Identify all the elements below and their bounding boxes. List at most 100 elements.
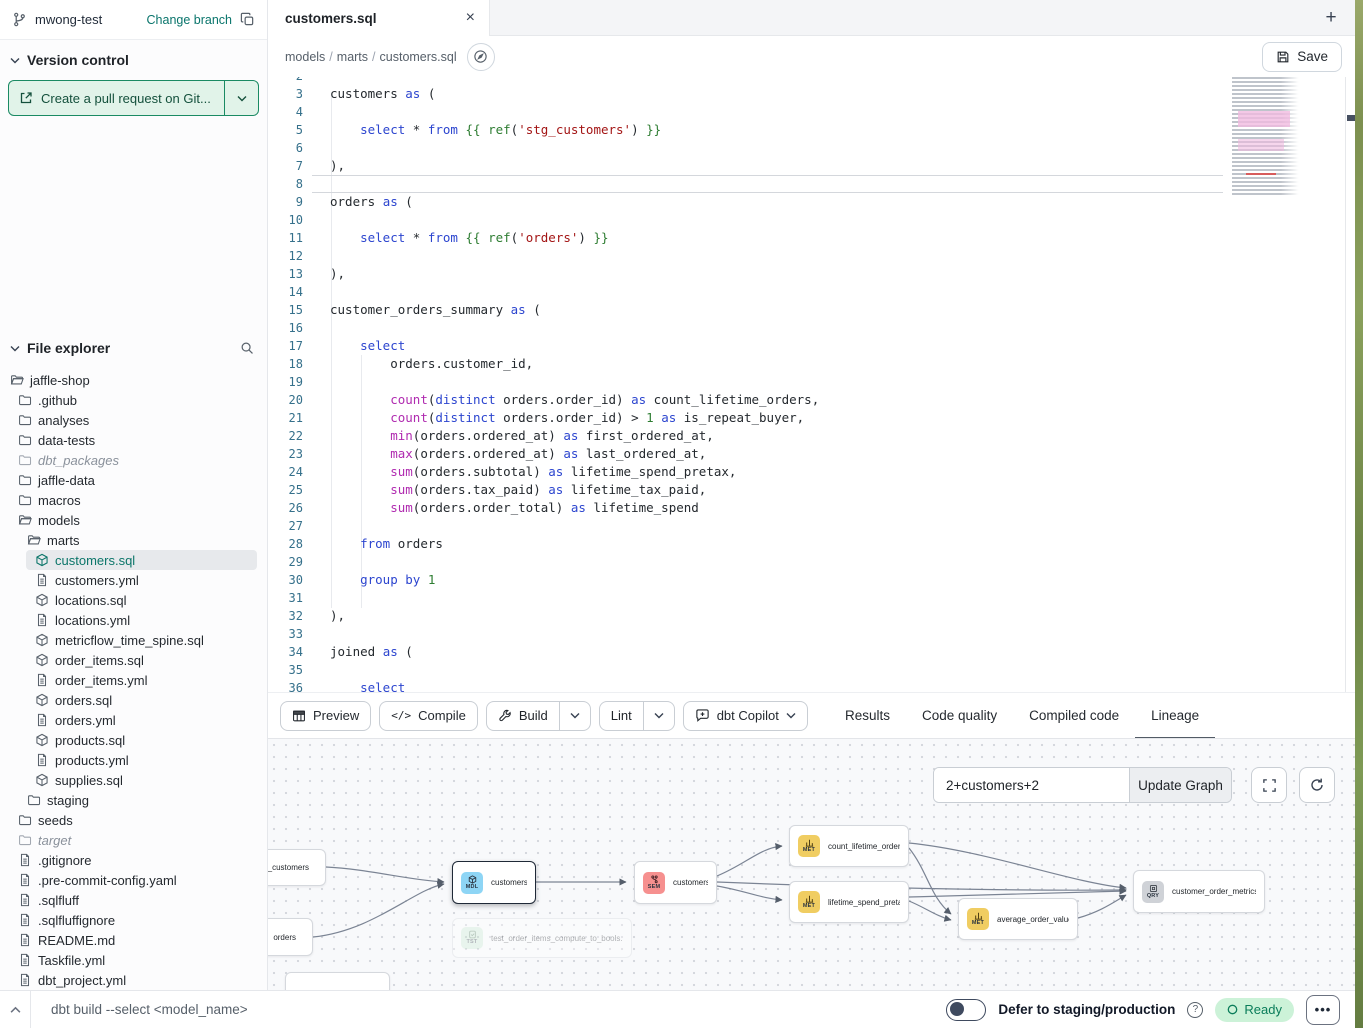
file-tree-item-orders-sql[interactable]: orders.sql	[26, 690, 257, 710]
breadcrumb-models[interactable]: models	[285, 50, 325, 64]
code-line-5[interactable]: 5 select * from {{ ref('stg_customers') …	[268, 121, 1355, 139]
file-tree-item--gitignore[interactable]: .gitignore	[9, 850, 257, 870]
preview-button[interactable]: Preview	[280, 701, 371, 731]
file-tree-item-supplies-sql[interactable]: supplies.sql	[26, 770, 257, 790]
code-line-17[interactable]: 17 select	[268, 337, 1355, 355]
code-line-6[interactable]: 6	[268, 139, 1355, 157]
lineage-node-customers-semantic[interactable]: SEMcustomers	[634, 861, 717, 904]
lineage-node-customers-model[interactable]: MDLcustomers	[452, 861, 536, 904]
file-tree-item--sqlfluff[interactable]: .sqlfluff	[9, 890, 257, 910]
code-line-11[interactable]: 11 select * from {{ ref('orders') }}	[268, 229, 1355, 247]
code-line-27[interactable]: 27	[268, 517, 1355, 535]
fullscreen-button[interactable]	[1251, 767, 1287, 803]
dbt-copilot-button[interactable]: dbt Copilot	[683, 701, 808, 731]
chevron-up-icon[interactable]	[0, 1006, 30, 1014]
tab-customers-sql[interactable]: customers.sql ×	[268, 0, 490, 36]
create-pr-dropdown[interactable]	[224, 81, 258, 115]
code-line-13[interactable]: 13),	[268, 265, 1355, 283]
code-line-24[interactable]: 24 sum(orders.subtotal) as lifetime_spen…	[268, 463, 1355, 481]
file-tree-item-dbt-project-yml[interactable]: dbt_project.yml	[9, 970, 257, 990]
code-line-33[interactable]: 33	[268, 625, 1355, 643]
breadcrumb-file[interactable]: customers.sql	[380, 50, 457, 64]
lint-dropdown[interactable]	[643, 702, 674, 730]
lint-button[interactable]: Lint	[600, 702, 643, 730]
lineage-node-count_lifetime_orders[interactable]: METcount_lifetime_orders	[789, 825, 909, 867]
file-tree-item-analyses[interactable]: analyses	[9, 410, 257, 430]
code-line-31[interactable]: 31	[268, 589, 1355, 607]
code-line-25[interactable]: 25 sum(orders.tax_paid) as lifetime_tax_…	[268, 481, 1355, 499]
file-tree-item-staging[interactable]: staging	[18, 790, 257, 810]
code-line-36[interactable]: 36 select	[268, 679, 1355, 692]
code-line-7[interactable]: 7),	[268, 157, 1355, 175]
more-options-button[interactable]: •••	[1306, 995, 1340, 1025]
tab-code-quality[interactable]: Code quality	[906, 693, 1013, 739]
file-tree-item-products-sql[interactable]: products.sql	[26, 730, 257, 750]
lineage-node-test-node[interactable]: TSTtest_order_items_compute_to_bools...	[452, 918, 632, 958]
code-line-22[interactable]: 22 min(orders.ordered_at) as first_order…	[268, 427, 1355, 445]
file-tree-item-jaffle-data[interactable]: jaffle-data	[9, 470, 257, 490]
file-tree-item-order-items-sql[interactable]: order_items.sql	[26, 650, 257, 670]
tab-compiled-code[interactable]: Compiled code	[1013, 693, 1135, 739]
lineage-node-stg_customers[interactable]: stg_customers	[268, 849, 326, 886]
file-explorer-header[interactable]: File explorer	[0, 332, 267, 362]
lineage-node-partial-bottom[interactable]	[285, 972, 390, 990]
file-tree-item-dbt-packages[interactable]: dbt_packages	[9, 450, 257, 470]
lineage-node-lifetime_spend_pretax[interactable]: METlifetime_spend_pretax	[789, 881, 909, 923]
version-control-header[interactable]: Version control	[0, 40, 267, 76]
copy-icon[interactable]	[240, 12, 255, 27]
build-dropdown[interactable]	[559, 702, 590, 730]
tab-lineage[interactable]: Lineage	[1135, 693, 1215, 739]
save-button[interactable]: Save	[1262, 42, 1342, 72]
update-graph-button[interactable]: Update Graph	[1129, 768, 1231, 802]
code-line-34[interactable]: 34joined as (	[268, 643, 1355, 661]
file-tree-item-macros[interactable]: macros	[9, 490, 257, 510]
code-line-18[interactable]: 18 orders.customer_id,	[268, 355, 1355, 373]
file-tree-item--pre-commit-config-yaml[interactable]: .pre-commit-config.yaml	[9, 870, 257, 890]
file-tree-item-target[interactable]: target	[9, 830, 257, 850]
file-tree-item-jaffle-shop[interactable]: jaffle-shop	[1, 370, 257, 390]
code-line-32[interactable]: 32),	[268, 607, 1355, 625]
file-tree-item-taskfile-yml[interactable]: Taskfile.yml	[9, 950, 257, 970]
file-tree-item-customers-sql[interactable]: customers.sql	[26, 550, 257, 570]
breadcrumb-marts[interactable]: marts	[337, 50, 368, 64]
file-tree-item-readme-md[interactable]: README.md	[9, 930, 257, 950]
defer-toggle[interactable]	[946, 999, 986, 1021]
code-line-30[interactable]: 30 group by 1	[268, 571, 1355, 589]
create-pr-button[interactable]: Create a pull request on Git...	[8, 80, 259, 116]
code-line-4[interactable]: 4	[268, 103, 1355, 121]
file-tree-item-metricflow-time-spine-sql[interactable]: metricflow_time_spine.sql	[26, 630, 257, 650]
code-line-23[interactable]: 23 max(orders.ordered_at) as last_ordere…	[268, 445, 1355, 463]
code-line-28[interactable]: 28 from orders	[268, 535, 1355, 553]
file-tree-item-locations-sql[interactable]: locations.sql	[26, 590, 257, 610]
file-tree-item--github[interactable]: .github	[9, 390, 257, 410]
code-line-3[interactable]: 3customers as (	[268, 85, 1355, 103]
code-line-21[interactable]: 21 count(distinct orders.order_id) > 1 a…	[268, 409, 1355, 427]
close-icon[interactable]: ×	[466, 10, 475, 26]
build-button[interactable]: Build	[487, 702, 559, 730]
code-line-9[interactable]: 9orders as (	[268, 193, 1355, 211]
editor-scrollbar[interactable]	[1345, 77, 1355, 692]
file-tree-item-seeds[interactable]: seeds	[9, 810, 257, 830]
code-line-29[interactable]: 29	[268, 553, 1355, 571]
search-icon[interactable]	[240, 341, 255, 356]
file-tree-item-customers-yml[interactable]: customers.yml	[26, 570, 257, 590]
lineage-node-customer_order_metrics[interactable]: QRYcustomer_order_metrics	[1133, 870, 1265, 913]
command-input[interactable]: dbt build --select <model_name>	[51, 1002, 946, 1017]
code-line-14[interactable]: 14	[268, 283, 1355, 301]
lineage-selector-input[interactable]	[934, 768, 1129, 802]
file-tree-item-order-items-yml[interactable]: order_items.yml	[26, 670, 257, 690]
code-line-10[interactable]: 10	[268, 211, 1355, 229]
code-line-12[interactable]: 12	[268, 247, 1355, 265]
new-tab-button[interactable]: +	[1319, 6, 1343, 30]
compile-button[interactable]: </> Compile	[379, 701, 478, 731]
code-line-15[interactable]: 15customer_orders_summary as (	[268, 301, 1355, 319]
file-tree-item-locations-yml[interactable]: locations.yml	[26, 610, 257, 630]
refresh-button[interactable]	[1299, 767, 1335, 803]
tab-results[interactable]: Results	[829, 693, 906, 739]
code-line-35[interactable]: 35	[268, 661, 1355, 679]
file-tree-item-models[interactable]: models	[9, 510, 257, 530]
code-line-8[interactable]: 8	[268, 175, 1355, 193]
change-branch-link[interactable]: Change branch	[147, 13, 232, 27]
file-tree-item-products-yml[interactable]: products.yml	[26, 750, 257, 770]
file-tree-item-marts[interactable]: marts	[18, 530, 257, 550]
